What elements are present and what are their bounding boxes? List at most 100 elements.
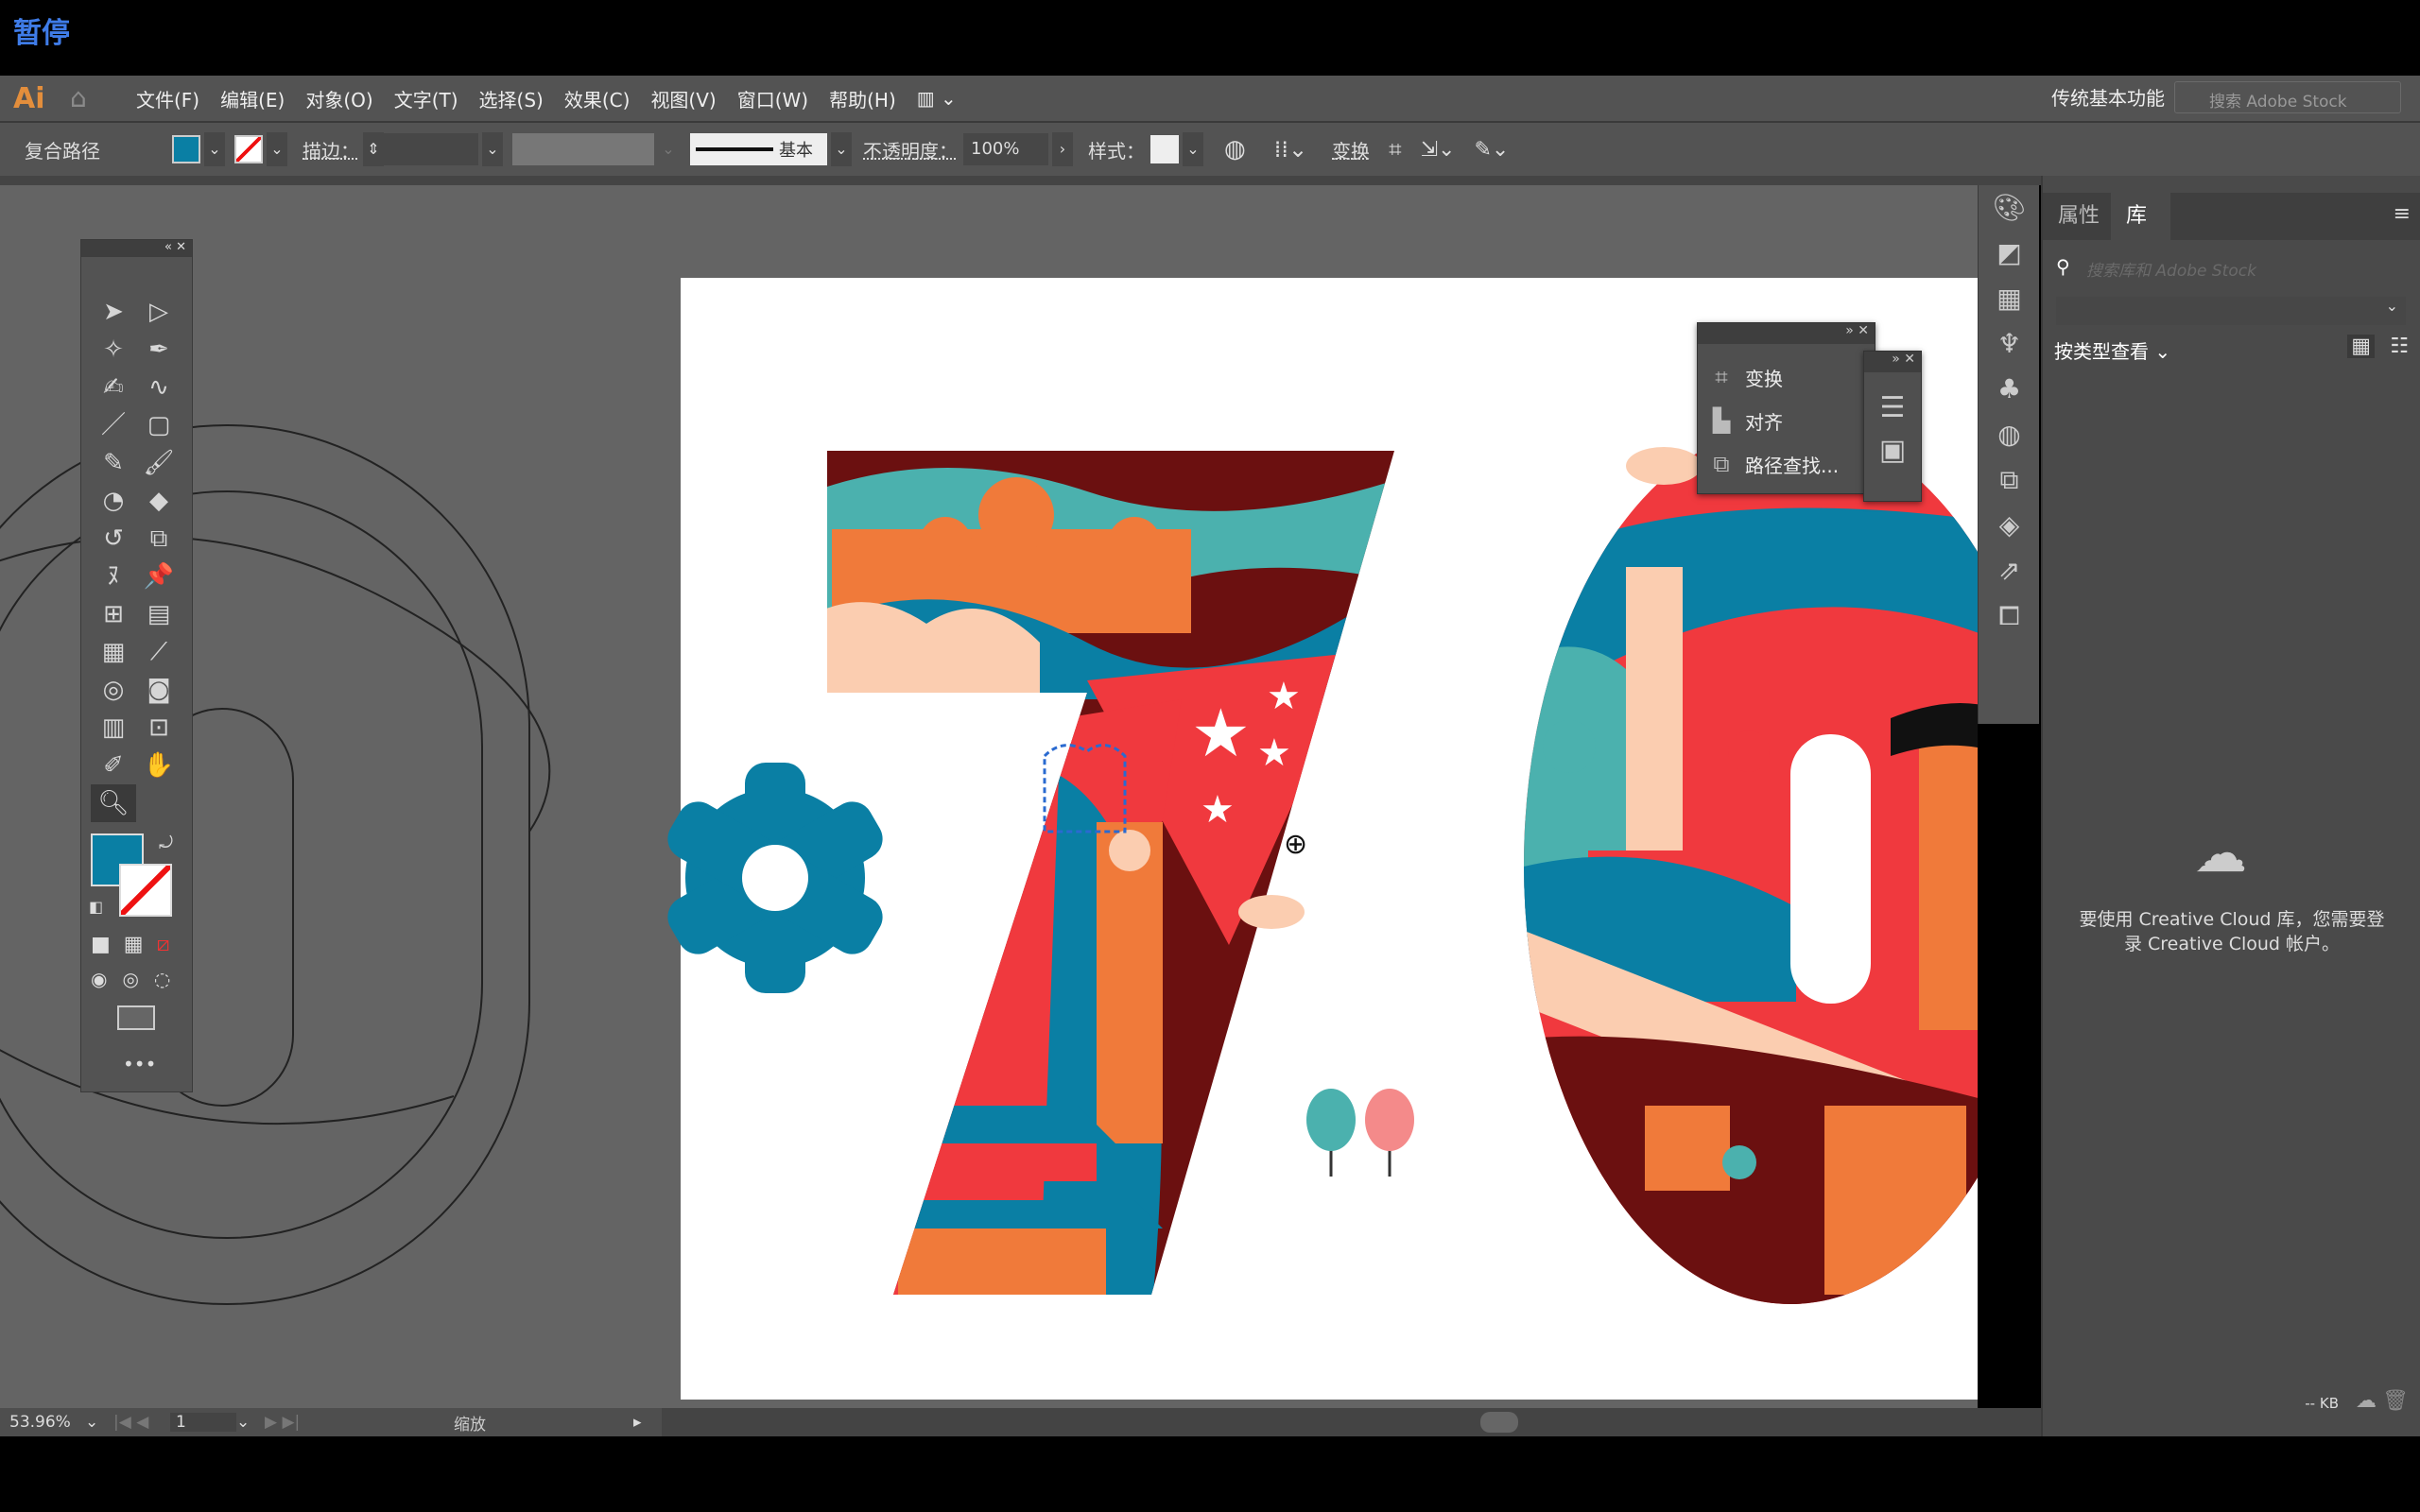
- stroke-weight-dropdown[interactable]: ⌄: [482, 132, 503, 166]
- selection-tool-icon[interactable]: ➤: [91, 293, 136, 331]
- perspective-grid-tool-icon[interactable]: ▤: [136, 595, 182, 633]
- blend-tool-icon[interactable]: ◎: [91, 671, 136, 709]
- brush-definition[interactable]: 基本: [690, 133, 827, 165]
- opacity-arrow[interactable]: ›: [1052, 132, 1073, 166]
- library-select[interactable]: ⌄: [2056, 297, 2406, 325]
- stroke-weight-stepper[interactable]: ⇕: [363, 132, 384, 166]
- graphic-style-swatch[interactable]: [1150, 135, 1179, 163]
- stroke-weight-input[interactable]: [384, 133, 478, 165]
- library-search-input[interactable]: 搜索库和 Adobe Stock: [2086, 257, 2256, 281]
- arrange-documents-icon[interactable]: ▥ ⌄: [917, 87, 957, 110]
- floating-panel-header[interactable]: » ✕: [1864, 352, 1921, 372]
- color-panel-icon[interactable]: 🎨︎: [1979, 185, 2040, 231]
- direct-selection-tool-icon[interactable]: ▷: [136, 293, 182, 331]
- style-dropdown[interactable]: ⌄: [1183, 132, 1203, 166]
- gradient-mode-icon[interactable]: ▦: [124, 933, 144, 956]
- cloud-sync-icon[interactable]: ☁︎: [2356, 1389, 2377, 1413]
- menu-edit[interactable]: 编辑(E): [220, 85, 285, 112]
- screen-mode-icon[interactable]: [117, 1005, 155, 1030]
- paintbrush-tool-icon[interactable]: 🖌: [136, 444, 182, 482]
- recolor-icon[interactable]: ◍: [1224, 135, 1246, 163]
- menu-select[interactable]: 选择(S): [479, 85, 544, 112]
- symbol-sprayer-tool-icon[interactable]: ◙: [136, 671, 182, 709]
- next-last-artboard-icon[interactable]: ▶ ▶|: [265, 1413, 321, 1432]
- swatches-icon[interactable]: ▦: [1979, 276, 2040, 321]
- opacity-input[interactable]: 100%: [963, 133, 1048, 165]
- menu-file[interactable]: 文件(F): [136, 85, 199, 112]
- curvature-tool-icon[interactable]: ✍: [91, 369, 136, 406]
- stroke-panel-icon[interactable]: ☰: [1864, 391, 1921, 424]
- shape-builder-tool-icon[interactable]: ⊞: [91, 595, 136, 633]
- brush-dropdown[interactable]: ⌄: [831, 132, 852, 166]
- tab-libraries[interactable]: 库: [2111, 193, 2163, 240]
- artboards-icon[interactable]: ⧉: [1979, 457, 2040, 503]
- draw-normal-icon[interactable]: ◉: [91, 968, 107, 990]
- panel-item-align[interactable]: ▙ 对齐: [1698, 399, 1875, 442]
- type-on-path-tool-icon[interactable]: ∿: [136, 369, 182, 406]
- mesh-tool-icon[interactable]: ▦: [91, 633, 136, 671]
- zoom-dropdown[interactable]: ⌄: [85, 1413, 113, 1432]
- brushes-icon[interactable]: ♆: [1979, 321, 2040, 367]
- swap-colors-icon[interactable]: ⤾: [159, 833, 173, 853]
- variable-width-profile[interactable]: [512, 133, 654, 165]
- blob-brush-tool-icon[interactable]: ◔: [91, 482, 136, 520]
- stroke-dropdown[interactable]: ⌄: [267, 132, 287, 166]
- home-icon[interactable]: ⌂: [70, 84, 108, 112]
- eyedropper-tool-icon[interactable]: ⟋: [136, 633, 182, 671]
- artboard-number-input[interactable]: 1: [170, 1413, 236, 1432]
- list-view-icon[interactable]: ☷: [2390, 335, 2409, 358]
- panel-item-transform[interactable]: ⌗ 变换: [1698, 355, 1875, 399]
- stroke-label[interactable]: 描边：: [302, 136, 359, 163]
- none-mode-icon[interactable]: ⧄: [157, 933, 170, 956]
- edit-toolbar-icon[interactable]: •••: [123, 1053, 156, 1075]
- export-icon[interactable]: ⇗: [1979, 548, 2040, 593]
- grid-view-icon[interactable]: ▦: [2347, 335, 2375, 358]
- symbols-icon[interactable]: ♣: [1979, 367, 2040, 412]
- layers-icon[interactable]: ◈: [1979, 503, 2040, 548]
- width-tool-icon[interactable]: ﾇ: [91, 558, 136, 595]
- color-guide-icon[interactable]: ◩: [1979, 231, 2040, 276]
- scale-tool-icon[interactable]: ⧉: [136, 520, 182, 558]
- stock-search-input[interactable]: 搜索 Adobe Stock: [2174, 81, 2401, 113]
- rectangle-tool-icon[interactable]: ▢: [136, 406, 182, 444]
- horizontal-scrollbar[interactable]: [662, 1408, 2041, 1436]
- artboard-tool-icon[interactable]: ⊡: [136, 709, 182, 747]
- canvas-area[interactable]: ★ ★ ★ ★ ⊕: [0, 185, 1978, 1408]
- profile-dropdown[interactable]: ⌄: [658, 132, 679, 166]
- scrollbar-thumb[interactable]: [1480, 1412, 1518, 1433]
- menu-view[interactable]: 视图(V): [650, 85, 716, 112]
- first-prev-artboard-icon[interactable]: |◀ ◀: [113, 1413, 170, 1432]
- graph-tool-icon[interactable]: ▥: [91, 709, 136, 747]
- appearance-icon[interactable]: ◍: [1979, 412, 2040, 457]
- eraser-tool-icon[interactable]: ◆: [136, 482, 182, 520]
- trash-icon[interactable]: 🗑︎: [2382, 1389, 2409, 1413]
- align-to-icon[interactable]: ⁞⁞⌄: [1274, 136, 1307, 163]
- select-similar-icon[interactable]: ⇲⌄: [1421, 138, 1456, 162]
- view-by-dropdown[interactable]: 按类型查看 ⌄: [2054, 336, 2170, 364]
- fill-swatch[interactable]: [172, 135, 200, 163]
- menu-type[interactable]: 文字(T): [394, 85, 458, 112]
- magic-wand-tool-icon[interactable]: ✧: [91, 331, 136, 369]
- isolate-icon[interactable]: ⌗: [1389, 136, 1402, 163]
- artboard-dropdown[interactable]: ⌄: [236, 1413, 265, 1432]
- menu-window[interactable]: 窗口(W): [737, 85, 808, 112]
- slice-tool-icon[interactable]: ✐: [91, 747, 136, 784]
- zoom-tool-icon[interactable]: 🔍︎: [91, 784, 136, 822]
- tab-properties[interactable]: 属性: [2043, 193, 2116, 240]
- floating-panel-header[interactable]: » ✕: [1698, 323, 1875, 344]
- pen-tool-icon[interactable]: ✒: [136, 331, 182, 369]
- stroke-color-box[interactable]: [119, 864, 172, 917]
- workspace-switcher[interactable]: 传统基本功能: [2051, 83, 2165, 111]
- default-colors-icon[interactable]: ◧: [89, 898, 103, 916]
- puppet-warp-icon[interactable]: ✎⌄: [1474, 138, 1509, 162]
- stroke-swatch[interactable]: [234, 135, 263, 163]
- color-mode-icon[interactable]: ■: [91, 933, 111, 956]
- panel-item-pathfinder[interactable]: ⧉ 路径查找...: [1698, 442, 1875, 486]
- tools-panel-header[interactable]: « ✕: [81, 240, 192, 257]
- draw-behind-icon[interactable]: ◎: [122, 968, 138, 990]
- menu-effect[interactable]: 效果(C): [564, 85, 631, 112]
- line-tool-icon[interactable]: ／: [91, 406, 136, 444]
- hand-tool-icon[interactable]: ✋: [136, 747, 182, 784]
- asset-export-icon[interactable]: ⧠: [1979, 593, 2040, 639]
- transform-link[interactable]: 变换: [1332, 136, 1370, 163]
